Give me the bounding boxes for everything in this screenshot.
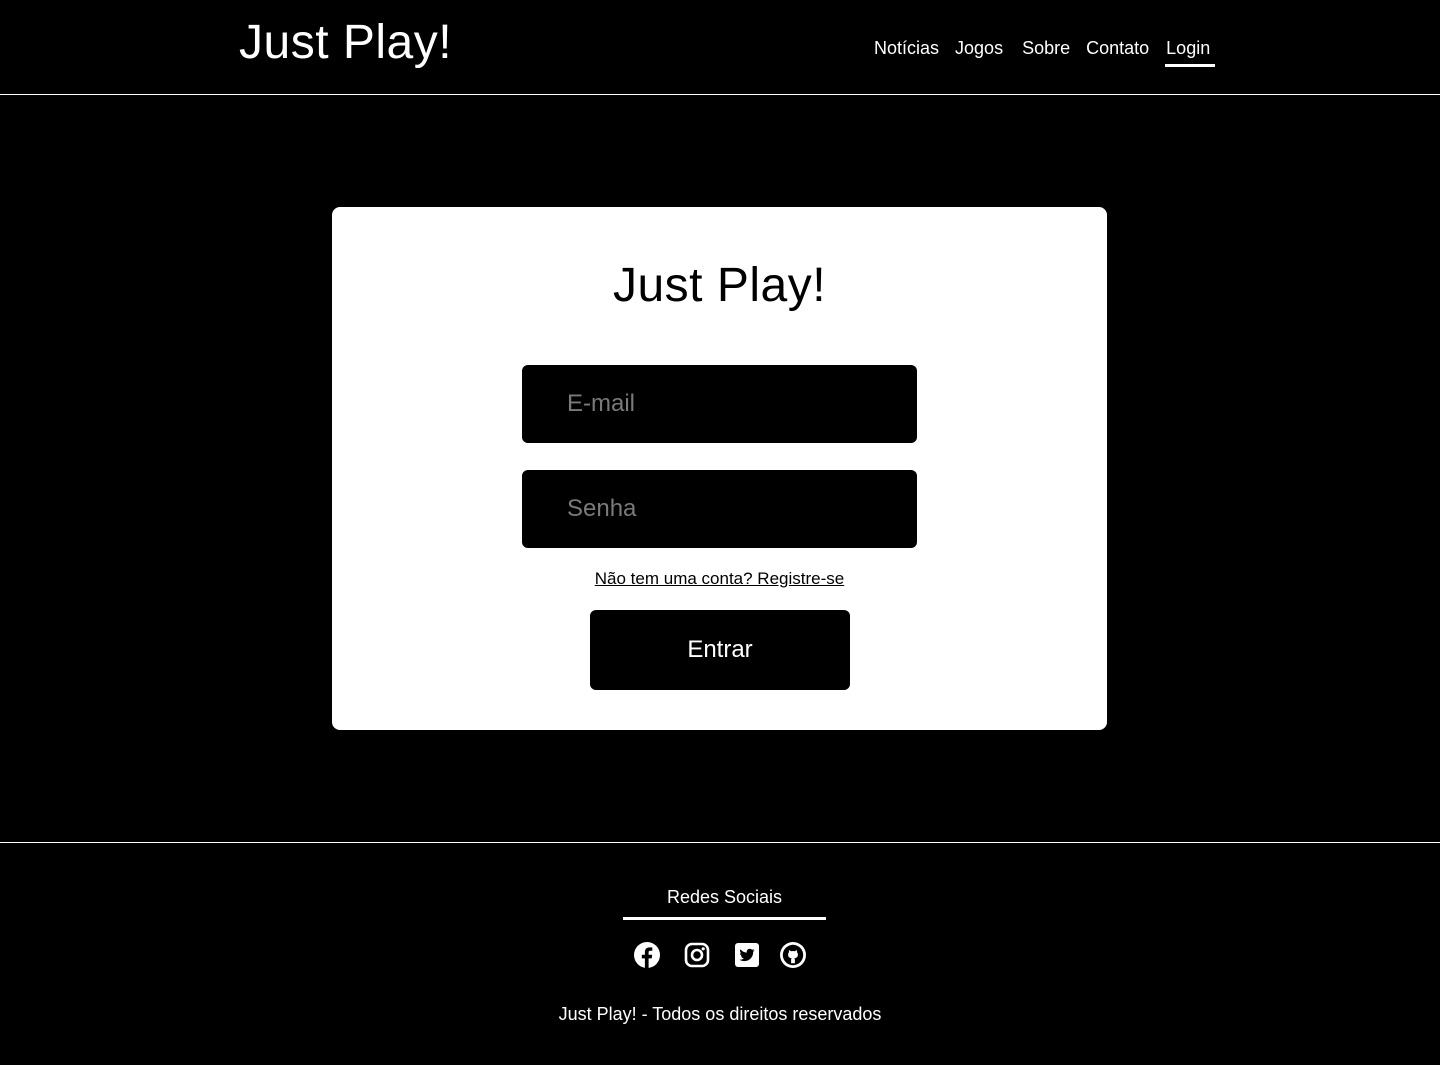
main-nav: Notícias Jogos Sobre Contato Login: [874, 36, 1216, 67]
nav-item-login[interactable]: Login: [1165, 36, 1216, 67]
site-header: Just Play! Notícias Jogos Sobre Contato …: [0, 0, 1440, 95]
github-icon[interactable]: [779, 941, 807, 969]
nav-item-jogos[interactable]: Jogos: [955, 36, 1003, 67]
social-heading: Redes Sociais: [623, 885, 826, 920]
copyright-text: Just Play! - Todos os direitos reservado…: [558, 1004, 882, 1024]
password-input[interactable]: [522, 470, 917, 548]
instagram-icon[interactable]: [683, 941, 711, 969]
login-submit-button[interactable]: Entrar: [590, 610, 850, 690]
nav-item-contato[interactable]: Contato: [1086, 36, 1149, 67]
facebook-icon[interactable]: [633, 941, 661, 969]
register-link[interactable]: Não tem uma conta? Registre-se: [332, 568, 1107, 590]
email-input[interactable]: [522, 365, 917, 443]
nav-item-noticias[interactable]: Notícias: [874, 36, 939, 67]
login-card: Just Play! Não tem uma conta? Registre-s…: [332, 207, 1107, 730]
nav-item-sobre[interactable]: Sobre: [1022, 36, 1070, 67]
site-footer: Redes Sociais Just Play! - Todos os dire…: [0, 842, 1440, 1065]
twitter-icon[interactable]: [733, 941, 761, 969]
site-logo-text[interactable]: Just Play!: [239, 14, 452, 72]
social-links: [633, 941, 807, 969]
login-card-title: Just Play!: [612, 259, 827, 312]
